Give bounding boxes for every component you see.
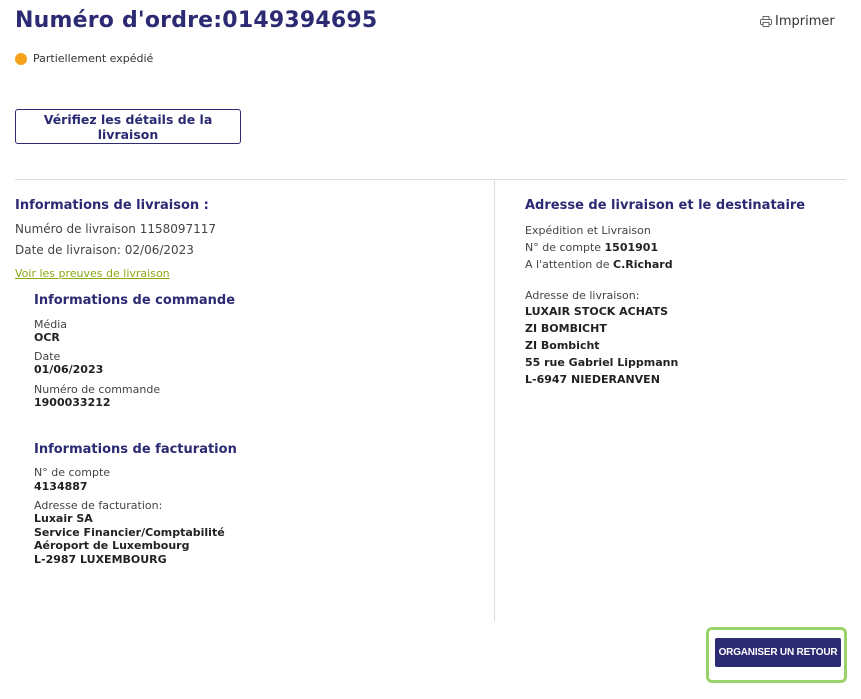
- attention-value: C.Richard: [613, 258, 673, 271]
- delivery-proof-link[interactable]: Voir les preuves de livraison: [15, 267, 170, 280]
- billing-address-label: Adresse de facturation:: [34, 499, 163, 512]
- print-label: Imprimer: [775, 14, 835, 29]
- attention-label: A l'attention de: [525, 258, 614, 271]
- delivery-date: Date de livraison: 02/06/2023: [15, 243, 194, 257]
- shipping-account: N° de compte 1501901: [525, 241, 658, 255]
- date-value: 01/06/2023: [34, 363, 104, 376]
- order-info-title: Informations de commande: [34, 293, 236, 308]
- billing-address-line: L-2987 LUXEMBOURG: [34, 553, 167, 566]
- printer-icon: [760, 16, 772, 27]
- shipping-address-label: Adresse de livraison:: [525, 289, 640, 302]
- section-divider: [15, 179, 846, 180]
- delivery-number: Numéro de livraison 1158097117: [15, 222, 217, 236]
- order-number-value: 1900033212: [34, 396, 111, 409]
- shipping-address-line: LUXAIR STOCK ACHATS: [525, 305, 669, 318]
- delivery-info-title: Informations de livraison :: [15, 198, 209, 213]
- shipping-address-line: 55 rue Gabriel Lippmann: [525, 356, 679, 369]
- billing-info-title: Informations de facturation: [34, 442, 237, 457]
- shipping-address-line: ZI BOMBICHT: [525, 322, 607, 335]
- billing-account-label: N° de compte: [34, 466, 111, 479]
- organize-return-button[interactable]: ORGANISER UN RETOUR: [715, 638, 841, 667]
- shipping-title: Adresse de livraison et le destinataire: [525, 198, 806, 213]
- shipping-address-line: L-6947 NIEDERANVEN: [525, 373, 660, 386]
- page-title: Numéro d'ordre:0149394695: [15, 8, 378, 33]
- shipping-attention: A l'attention de C.Richard: [525, 258, 673, 272]
- billing-account-value: 4134887: [34, 480, 88, 493]
- shipping-type: Expédition et Livraison: [525, 224, 651, 237]
- shipping-account-label: N° de compte: [525, 241, 605, 254]
- status-dot-icon: [15, 52, 27, 65]
- order-number-label: Numéro de commande: [34, 383, 161, 396]
- billing-address-line: Luxair SA: [34, 512, 93, 525]
- print-button[interactable]: Imprimer: [760, 14, 835, 29]
- shipping-address-line: ZI Bombicht: [525, 339, 600, 352]
- verify-delivery-button[interactable]: Vérifiez les détails de la livraison: [15, 109, 241, 144]
- date-label: Date: [34, 350, 61, 363]
- shipping-account-value: 1501901: [604, 241, 659, 254]
- media-label: Média: [34, 318, 68, 331]
- status-label: Partiellement expédié: [33, 52, 154, 65]
- column-divider: [494, 180, 495, 621]
- order-status: Partiellement expédié: [15, 52, 153, 65]
- media-value: OCR: [34, 331, 60, 344]
- billing-address-line: Service Financier/Comptabilité: [34, 526, 225, 539]
- billing-address-line: Aéroport de Luxembourg: [34, 539, 190, 552]
